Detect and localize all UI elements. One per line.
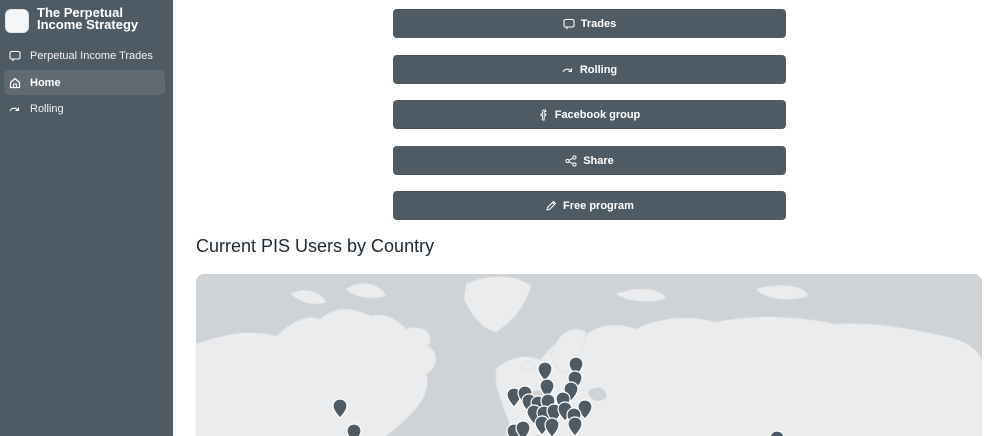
chat-icon [9, 50, 21, 62]
share-icon [565, 154, 577, 167]
button-label: Facebook group [554, 108, 641, 121]
redo-icon [9, 103, 21, 115]
sidebar: The Perpetual Income Strategy Perpetual … [0, 0, 173, 436]
chat-icon [563, 18, 575, 30]
button-label: Trades [580, 17, 617, 30]
section-title: Current PIS Users by Country [196, 236, 435, 256]
sidebar-item-label: Home [30, 76, 61, 89]
button-label: Rolling [579, 63, 618, 76]
trades-button[interactable]: Trades [393, 9, 786, 38]
pencil-icon [545, 200, 557, 212]
sidebar-item-label: Perpetual Income Trades [30, 49, 153, 62]
map-marker [515, 420, 531, 436]
home-icon [9, 77, 21, 89]
app-logo [5, 9, 29, 33]
facebook-group-button[interactable]: Facebook group [393, 100, 786, 129]
main-content: Trades Rolling Facebook group Share Free… [173, 0, 1005, 436]
sidebar-item-perpetual-income-trades[interactable]: Perpetual Income Trades [4, 43, 165, 68]
button-label: Share [583, 154, 614, 167]
button-label: Free program [563, 199, 634, 212]
brand[interactable]: The Perpetual Income Strategy [5, 5, 163, 33]
world-map[interactable] [196, 274, 982, 436]
share-button[interactable]: Share [393, 146, 786, 175]
sidebar-item-rolling[interactable]: Rolling [4, 96, 165, 121]
redo-icon [562, 64, 574, 76]
app-title: The Perpetual Income Strategy [37, 5, 139, 32]
map-marker [346, 423, 362, 436]
rolling-button[interactable]: Rolling [393, 55, 786, 84]
sidebar-item-home[interactable]: Home [4, 70, 165, 95]
facebook-icon [539, 109, 549, 121]
sidebar-item-label: Rolling [30, 102, 64, 115]
free-program-button[interactable]: Free program [393, 191, 786, 220]
